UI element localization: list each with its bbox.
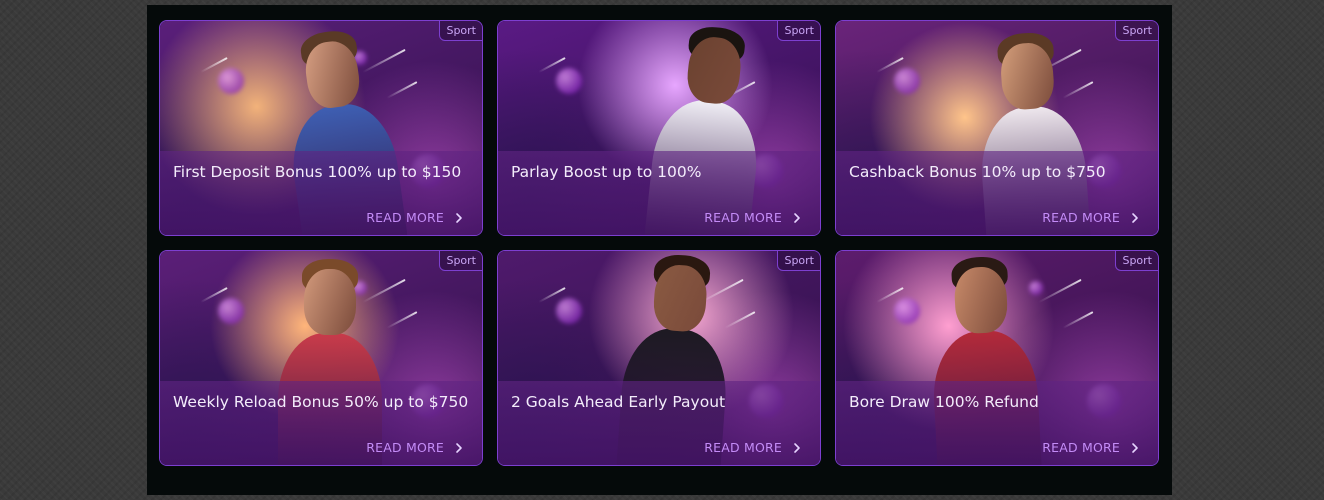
orb-decoration bbox=[555, 68, 582, 95]
chevron-right-icon bbox=[794, 442, 800, 453]
light-streak bbox=[1062, 311, 1094, 330]
chevron-right-icon bbox=[456, 442, 462, 453]
read-more-label: READ MORE bbox=[1042, 210, 1120, 225]
light-streak bbox=[386, 311, 418, 330]
promo-title: Cashback Bonus 10% up to $750 bbox=[849, 163, 1106, 181]
promo-title: First Deposit Bonus 100% up to $150 bbox=[173, 163, 462, 181]
light-streak bbox=[1037, 278, 1082, 303]
promo-title: Bore Draw 100% Refund bbox=[849, 393, 1039, 411]
category-tag: Sport bbox=[1115, 21, 1158, 41]
promo-card[interactable]: Sport Cashback Bonus 10% up to $750 READ… bbox=[835, 20, 1159, 236]
orb-decoration bbox=[217, 68, 244, 95]
category-tag: Sport bbox=[777, 251, 820, 271]
promo-title: Parlay Boost up to 100% bbox=[511, 163, 702, 181]
read-more-label: READ MORE bbox=[1042, 440, 1120, 455]
category-tag: Sport bbox=[439, 21, 482, 41]
promo-card[interactable]: Sport Parlay Boost up to 100% READ MORE bbox=[497, 20, 821, 236]
promo-card[interactable]: Sport 2 Goals Ahead Early Payout READ MO… bbox=[497, 250, 821, 466]
orb-decoration bbox=[217, 298, 244, 325]
category-tag: Sport bbox=[777, 21, 820, 41]
orb-decoration bbox=[555, 298, 582, 325]
promo-card[interactable]: Sport Bore Draw 100% Refund READ MORE bbox=[835, 250, 1159, 466]
category-tag: Sport bbox=[439, 251, 482, 271]
read-more-label: READ MORE bbox=[704, 210, 782, 225]
athlete-head bbox=[304, 269, 356, 335]
read-more-label: READ MORE bbox=[366, 210, 444, 225]
read-more-link[interactable]: READ MORE bbox=[1042, 210, 1141, 225]
orb-decoration bbox=[893, 298, 920, 325]
chevron-right-icon bbox=[794, 212, 800, 223]
read-more-link[interactable]: READ MORE bbox=[366, 440, 465, 455]
chevron-right-icon bbox=[1132, 442, 1138, 453]
read-more-link[interactable]: READ MORE bbox=[366, 210, 465, 225]
read-more-label: READ MORE bbox=[366, 440, 444, 455]
chevron-right-icon bbox=[456, 212, 462, 223]
athlete-head bbox=[953, 265, 1009, 335]
read-more-link[interactable]: READ MORE bbox=[704, 440, 803, 455]
promo-title: 2 Goals Ahead Early Payout bbox=[511, 393, 726, 411]
promotions-panel: Sport First Deposit Bonus 100% up to $15… bbox=[147, 5, 1172, 495]
category-tag: Sport bbox=[1115, 251, 1158, 271]
orb-decoration bbox=[893, 68, 920, 95]
read-more-link[interactable]: READ MORE bbox=[1042, 440, 1141, 455]
promo-card[interactable]: Sport Weekly Reload Bonus 50% up to $750… bbox=[159, 250, 483, 466]
promotions-grid: Sport First Deposit Bonus 100% up to $15… bbox=[159, 20, 1159, 466]
promo-card[interactable]: Sport First Deposit Bonus 100% up to $15… bbox=[159, 20, 483, 236]
athlete-head bbox=[652, 263, 709, 333]
promo-title: Weekly Reload Bonus 50% up to $750 bbox=[173, 393, 469, 411]
read-more-label: READ MORE bbox=[704, 440, 782, 455]
chevron-right-icon bbox=[1132, 212, 1138, 223]
read-more-link[interactable]: READ MORE bbox=[704, 210, 803, 225]
